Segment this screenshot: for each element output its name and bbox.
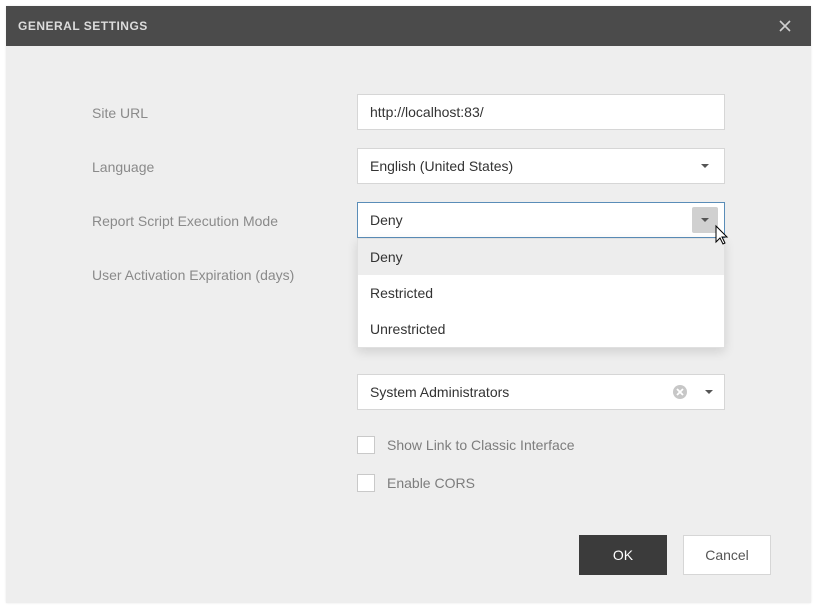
sys-admins-value: System Administrators <box>370 384 670 400</box>
dialog-title: GENERAL SETTINGS <box>18 19 771 33</box>
sys-admins-caret[interactable] <box>696 379 722 405</box>
enable-cors-checkbox[interactable] <box>357 474 375 492</box>
script-mode-select[interactable]: Deny <box>357 202 725 238</box>
label-language: Language <box>92 157 357 175</box>
sys-admins-clear[interactable] <box>670 382 690 402</box>
label-script-mode: Report Script Execution Mode <box>92 211 357 229</box>
row-show-classic: Show Link to Classic Interface <box>357 436 725 454</box>
general-settings-dialog: GENERAL SETTINGS Site URL Language Engli… <box>6 6 811 603</box>
close-button[interactable] <box>771 12 799 40</box>
label-sys-admins <box>92 391 357 393</box>
script-mode-caret[interactable] <box>692 207 718 233</box>
dropdown-item-restricted[interactable]: Restricted <box>358 275 724 311</box>
language-select[interactable]: English (United States) <box>357 148 725 184</box>
row-enable-cors: Enable CORS <box>357 474 725 492</box>
label-user-activation: User Activation Expiration (days) <box>92 265 357 283</box>
ok-button[interactable]: OK <box>579 535 667 575</box>
dialog-content: Site URL Language English (United States… <box>6 46 811 603</box>
cancel-button[interactable]: Cancel <box>683 535 771 575</box>
dialog-footer: OK Cancel <box>579 535 771 575</box>
close-icon <box>777 18 793 34</box>
site-url-input[interactable] <box>357 94 725 130</box>
row-language: Language English (United States) <box>92 148 725 184</box>
dialog-titlebar: GENERAL SETTINGS <box>6 6 811 46</box>
enable-cors-label: Enable CORS <box>387 475 475 491</box>
chevron-down-icon <box>700 161 710 171</box>
dropdown-item-unrestricted[interactable]: Unrestricted <box>358 311 724 347</box>
row-site-url: Site URL <box>92 94 725 130</box>
label-site-url: Site URL <box>92 103 357 121</box>
language-value: English (United States) <box>370 158 692 174</box>
chevron-down-icon <box>704 387 714 397</box>
show-classic-checkbox[interactable] <box>357 436 375 454</box>
clear-icon <box>672 384 688 400</box>
sys-admins-token[interactable]: System Administrators <box>357 374 725 410</box>
language-caret[interactable] <box>692 153 718 179</box>
show-classic-label: Show Link to Classic Interface <box>387 437 575 453</box>
row-sys-admins: System Administrators <box>92 374 725 410</box>
dropdown-item-deny[interactable]: Deny <box>358 239 724 275</box>
row-script-mode: Report Script Execution Mode Deny Deny R… <box>92 202 725 238</box>
script-mode-dropdown: Deny Restricted Unrestricted <box>357 238 725 348</box>
chevron-down-icon <box>700 215 710 225</box>
script-mode-value: Deny <box>370 212 692 228</box>
